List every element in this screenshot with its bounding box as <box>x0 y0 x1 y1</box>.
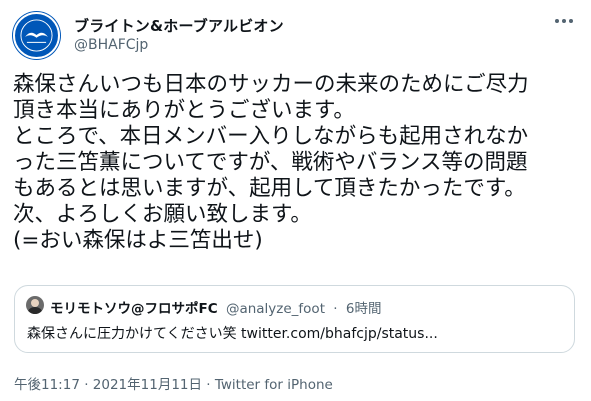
tweet-line: った三笘薫についてですが、戦術やバランス等の問題 <box>13 150 528 175</box>
quoted-tweet-card[interactable]: モリモトソウ@フロサポFC @analyze_foot · 6時間 森保さんに圧… <box>14 285 575 353</box>
quoted-tweet-text: 森保さんに圧力かけてください笑 twitter.com/bhafcjp/stat… <box>27 326 438 342</box>
more-options-icon[interactable] <box>555 19 573 23</box>
tweet-line: 次、よろしくお願い致します。 <box>13 202 312 227</box>
tweet-line: 頂き本当にありがとうございます。 <box>13 98 355 123</box>
tweet-line: ところで、本日メンバー入りしながらも起用されなか <box>13 124 529 149</box>
tweet-timestamp-source[interactable]: 午後11:17 · 2021年11月11日 · Twitter for iPho… <box>14 373 333 393</box>
quoted-author-name: モリモトソウ@フロサポFC <box>50 301 218 317</box>
quoted-timestamp: 6時間 <box>345 301 382 317</box>
quoted-separator: · <box>333 301 338 317</box>
profile-avatar[interactable] <box>13 12 60 59</box>
tweet-line: もあるとは思いますが、起用して頂きたかったです。 <box>13 176 526 201</box>
quoted-author-handle: @analyze_foot <box>225 301 325 317</box>
tweet-line: 森保さんいつも日本のサッカーの未来のためにご尽力 <box>13 72 529 97</box>
quoted-author-avatar <box>26 296 44 314</box>
brighton-seagull-crest-icon <box>17 16 56 55</box>
author-handle[interactable]: @BHAFCjp <box>74 37 148 53</box>
quoted-tweet-header: モリモトソウ@フロサポFC @analyze_foot · 6時間 <box>50 297 381 317</box>
tweet-line: (=おい森保はよ三笘出せ) <box>13 228 263 253</box>
tweet-text: 森保さんいつも日本のサッカーの未来のためにご尽力 頂き本当にありがとうございます… <box>13 72 583 254</box>
author-display-name[interactable]: ブライトン&ホーブアルビオン <box>74 15 284 36</box>
